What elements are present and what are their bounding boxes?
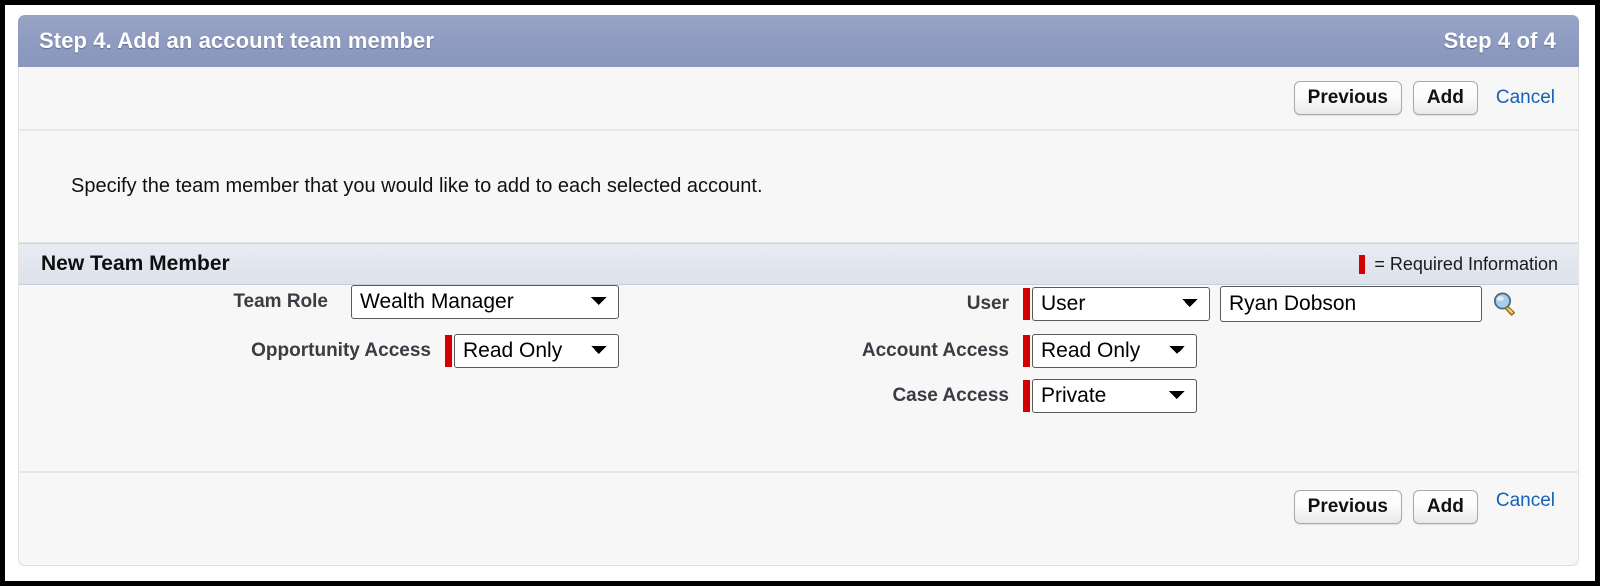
field-opportunity-access: Opportunity Access Read Only	[19, 334, 619, 369]
new-team-member-section-header: New Team Member = Required Information	[19, 243, 1578, 285]
account-access-label: Account Access	[861, 340, 1009, 362]
account-access-required-marker-icon	[1023, 335, 1030, 368]
step-indicator: Step 4 of 4	[1443, 28, 1556, 53]
team-role-select[interactable]: Wealth Manager	[351, 285, 619, 320]
team-role-required-spacer	[342, 286, 349, 318]
field-case-access: Case Access Private	[719, 379, 1197, 414]
team-role-label: Team Role	[233, 291, 328, 313]
add-button-bottom[interactable]: Add	[1412, 490, 1478, 525]
top-button-bar: Previous Add Cancel	[19, 67, 1578, 131]
instruction-text: Specify the team member that you would l…	[71, 175, 763, 197]
user-type-select[interactable]: User	[1032, 286, 1210, 322]
case-access-required-marker-icon	[1023, 380, 1030, 413]
new-team-member-form: Team Role Wealth Manager Opportunity Acc…	[19, 285, 1578, 471]
wizard-panel: Previous Add Cancel Specify the team mem…	[18, 67, 1579, 566]
screenshot-root: Step 4. Add an account team member Step …	[0, 0, 1600, 586]
account-access-control: Read Only	[1023, 334, 1197, 369]
case-access-label: Case Access	[892, 385, 1009, 407]
previous-button-bottom[interactable]: Previous	[1293, 490, 1402, 525]
field-team-role: Team Role Wealth Manager	[19, 285, 619, 320]
field-account-access: Account Access Read Only	[719, 334, 1197, 369]
wizard-title-bar: Step 4. Add an account team member Step …	[18, 15, 1579, 67]
field-user: User User	[719, 286, 1519, 322]
instruction-area: Specify the team member that you would l…	[19, 131, 1578, 243]
user-name-input[interactable]	[1220, 286, 1482, 322]
cancel-link-bottom[interactable]: Cancel	[1496, 490, 1555, 512]
user-label: User	[966, 293, 1009, 314]
team-role-control: Wealth Manager	[342, 285, 619, 320]
previous-button-top[interactable]: Previous	[1293, 80, 1402, 116]
opportunity-access-control: Read Only	[445, 334, 619, 369]
opportunity-access-select[interactable]: Read Only	[454, 334, 619, 369]
add-button-top[interactable]: Add	[1412, 80, 1478, 116]
page-title: Step 4. Add an account team member	[39, 28, 435, 53]
bottom-button-bar: Previous Add Cancel	[19, 471, 1578, 547]
required-marker-icon	[1359, 254, 1366, 274]
required-information-legend: = Required Information	[1359, 254, 1558, 275]
user-lookup-magnifying-glass-icon[interactable]	[1491, 290, 1519, 318]
section-title: New Team Member	[41, 252, 230, 275]
required-legend-text: = Required Information	[1374, 253, 1558, 274]
case-access-control: Private	[1023, 379, 1197, 414]
user-control: User	[1023, 286, 1519, 322]
opportunity-access-label: Opportunity Access	[251, 340, 431, 362]
cancel-link-top[interactable]: Cancel	[1496, 87, 1555, 109]
opportunity-access-required-marker-icon	[445, 335, 452, 368]
account-access-select[interactable]: Read Only	[1032, 334, 1197, 369]
user-required-marker-icon	[1023, 288, 1030, 320]
wizard-card: Step 4. Add an account team member Step …	[18, 15, 1579, 566]
case-access-select[interactable]: Private	[1032, 379, 1197, 414]
